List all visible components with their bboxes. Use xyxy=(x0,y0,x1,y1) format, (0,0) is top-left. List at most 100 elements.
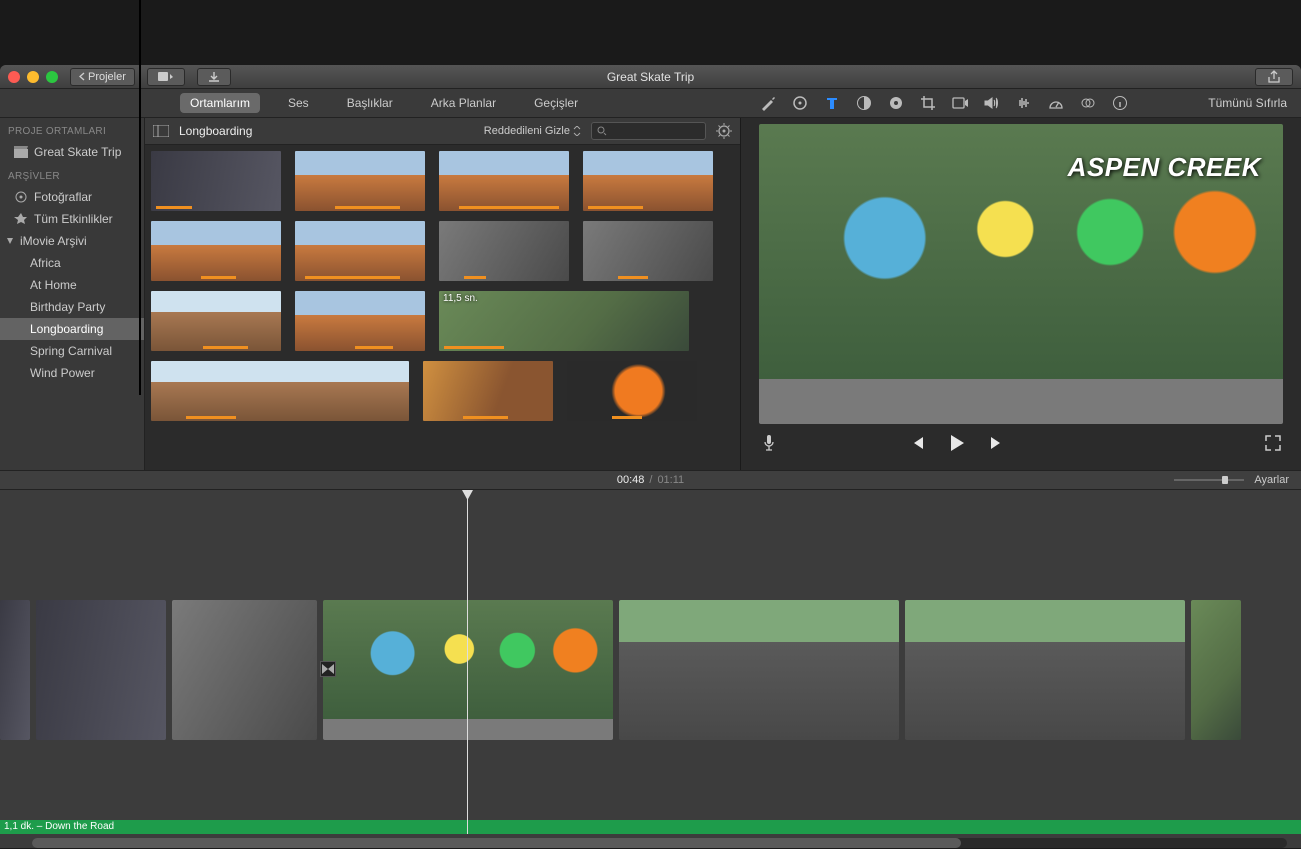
settings-icon[interactable] xyxy=(716,123,732,139)
sidebar-event-longboarding[interactable]: Longboarding xyxy=(0,318,144,340)
clip-thumbnail[interactable] xyxy=(439,221,569,281)
timeline-track: 2,2 sn. – ASPEN CREEK… xyxy=(0,590,1301,750)
adjust-toolbar: Tümünü Sıfırla xyxy=(741,89,1301,117)
star-icon xyxy=(14,213,28,225)
search-input[interactable] xyxy=(591,122,706,140)
browser-title: Longboarding xyxy=(179,124,252,138)
sidebar-event-birthday-party[interactable]: Birthday Party xyxy=(0,296,144,318)
sidebar-event-africa[interactable]: Africa xyxy=(0,252,144,274)
audio-track-label: 1,1 dk. – Down the Road xyxy=(4,821,114,832)
tab-media[interactable]: Ortamlarım xyxy=(180,93,260,113)
fullscreen-button[interactable] xyxy=(1263,433,1283,453)
play-button[interactable] xyxy=(947,433,967,453)
reset-all-button[interactable]: Tümünü Sıfırla xyxy=(1208,96,1287,110)
prev-button[interactable] xyxy=(907,433,927,453)
clip-thumbnail[interactable] xyxy=(567,361,697,421)
volume-icon[interactable] xyxy=(983,94,1001,112)
timeline-clip[interactable]: 2,2 sn. – ASPEN CREEK… xyxy=(323,600,613,740)
clapper-icon xyxy=(14,146,28,158)
tab-titles[interactable]: Başlıklar xyxy=(337,93,403,113)
clip-thumbnail[interactable] xyxy=(295,151,425,211)
sidebar: PROJE ORTAMLARI Great Skate Trip ARŞİVLE… xyxy=(0,118,145,470)
next-button[interactable] xyxy=(987,433,1007,453)
timeline-clip[interactable] xyxy=(0,600,30,740)
window-title: Great Skate Trip xyxy=(607,70,694,84)
color-wheel-icon[interactable] xyxy=(887,94,905,112)
photos-icon xyxy=(14,191,28,203)
share-button[interactable] xyxy=(1255,68,1293,86)
clip-thumbnail[interactable] xyxy=(583,151,713,211)
minimize-button[interactable] xyxy=(27,71,39,83)
sidebar-section-libraries: ARŞİVLER xyxy=(0,163,144,186)
noise-reduction-icon[interactable] xyxy=(1015,94,1033,112)
tab-audio[interactable]: Ses xyxy=(278,93,319,113)
close-button[interactable] xyxy=(8,71,20,83)
sidebar-event-wind-power[interactable]: Wind Power xyxy=(0,362,144,384)
zoom-slider[interactable] xyxy=(1174,477,1244,483)
callout-pointer xyxy=(139,0,141,395)
color-balance-icon[interactable] xyxy=(791,94,809,112)
media-browser: Longboarding Reddedileni Gizle 11,5 sn. xyxy=(145,118,741,470)
clip-thumbnail[interactable] xyxy=(439,151,569,211)
audio-track[interactable]: 1,1 dk. – Down the Road xyxy=(0,820,1301,834)
transport-bar xyxy=(741,424,1301,462)
sidebar-project-label: Great Skate Trip xyxy=(34,145,121,159)
clip-thumbnail[interactable] xyxy=(423,361,553,421)
sidebar-event-at-home[interactable]: At Home xyxy=(0,274,144,296)
clip-thumbnail[interactable] xyxy=(295,221,425,281)
tab-backgrounds[interactable]: Arka Planlar xyxy=(421,93,506,113)
search-icon xyxy=(597,126,607,136)
clip-thumbnail[interactable] xyxy=(151,221,281,281)
clip-thumbnail[interactable] xyxy=(295,291,425,351)
clip-thumbnail[interactable] xyxy=(151,291,281,351)
crop-icon[interactable] xyxy=(919,94,937,112)
timeline[interactable]: 2,2 sn. – ASPEN CREEK… 1,1 dk. – Down th… xyxy=(0,490,1301,848)
clip-duration: 11,5 sn. xyxy=(443,293,478,304)
sidebar-section-project: PROJE ORTAMLARI xyxy=(0,118,144,141)
tabbar: Ortamlarım Ses Başlıklar Arka Planlar Ge… xyxy=(0,89,1301,118)
current-time: 00:48 xyxy=(617,474,645,486)
maximize-button[interactable] xyxy=(46,71,58,83)
timeline-scrollbar[interactable] xyxy=(32,838,1287,848)
total-time: 01:11 xyxy=(657,474,684,486)
clip-thumbnail[interactable]: 11,5 sn. xyxy=(439,291,689,351)
title-overlay: ASPEN CREEK xyxy=(1068,152,1261,183)
enhance-icon[interactable] xyxy=(759,94,777,112)
timeline-clip[interactable] xyxy=(36,600,166,740)
import-button[interactable] xyxy=(197,68,231,86)
sidebar-event-spring-carnival[interactable]: Spring Carnival xyxy=(0,340,144,362)
playhead[interactable] xyxy=(467,490,468,834)
viewer-frame[interactable]: ASPEN CREEK xyxy=(759,124,1283,424)
sidebar-imovie-library[interactable]: iMovie Arşivi xyxy=(0,230,144,252)
sidebar-photos[interactable]: Fotoğraflar xyxy=(0,186,144,208)
media-library-button[interactable] xyxy=(147,68,185,86)
timeline-clip[interactable] xyxy=(172,600,317,740)
filter-icon[interactable] xyxy=(1079,94,1097,112)
transition-icon[interactable] xyxy=(320,661,336,677)
timeline-clip[interactable] xyxy=(1191,600,1241,740)
window-titlebar: Projeler Great Skate Trip xyxy=(0,65,1301,89)
clip-thumbnail[interactable] xyxy=(583,221,713,281)
back-projects-button[interactable]: Projeler xyxy=(70,68,135,86)
sidebar-all-events[interactable]: Tüm Etkinlikler xyxy=(0,208,144,230)
voiceover-icon[interactable] xyxy=(759,433,779,453)
info-icon[interactable] xyxy=(1111,94,1129,112)
window-controls xyxy=(8,71,58,83)
text-icon[interactable] xyxy=(823,94,841,112)
hide-rejected-dropdown[interactable]: Reddedileni Gizle xyxy=(484,125,581,137)
stabilize-icon[interactable] xyxy=(951,94,969,112)
speed-icon[interactable] xyxy=(1047,94,1065,112)
color-correction-icon[interactable] xyxy=(855,94,873,112)
viewer: ASPEN CREEK xyxy=(741,118,1301,470)
disclosure-triangle-icon xyxy=(6,237,14,245)
timeline-clip[interactable] xyxy=(619,600,899,740)
clip-thumbnail[interactable] xyxy=(151,151,281,211)
time-bar: 00:48 / 01:11 Ayarlar xyxy=(0,470,1301,490)
sidebar-toggle-icon[interactable] xyxy=(153,125,169,137)
timeline-settings-button[interactable]: Ayarlar xyxy=(1254,474,1289,486)
timeline-clip[interactable] xyxy=(905,600,1185,740)
sidebar-project[interactable]: Great Skate Trip xyxy=(0,141,144,163)
browser-toolbar: Longboarding Reddedileni Gizle xyxy=(145,118,740,145)
clip-thumbnail[interactable] xyxy=(151,361,409,421)
tab-transitions[interactable]: Geçişler xyxy=(524,93,588,113)
